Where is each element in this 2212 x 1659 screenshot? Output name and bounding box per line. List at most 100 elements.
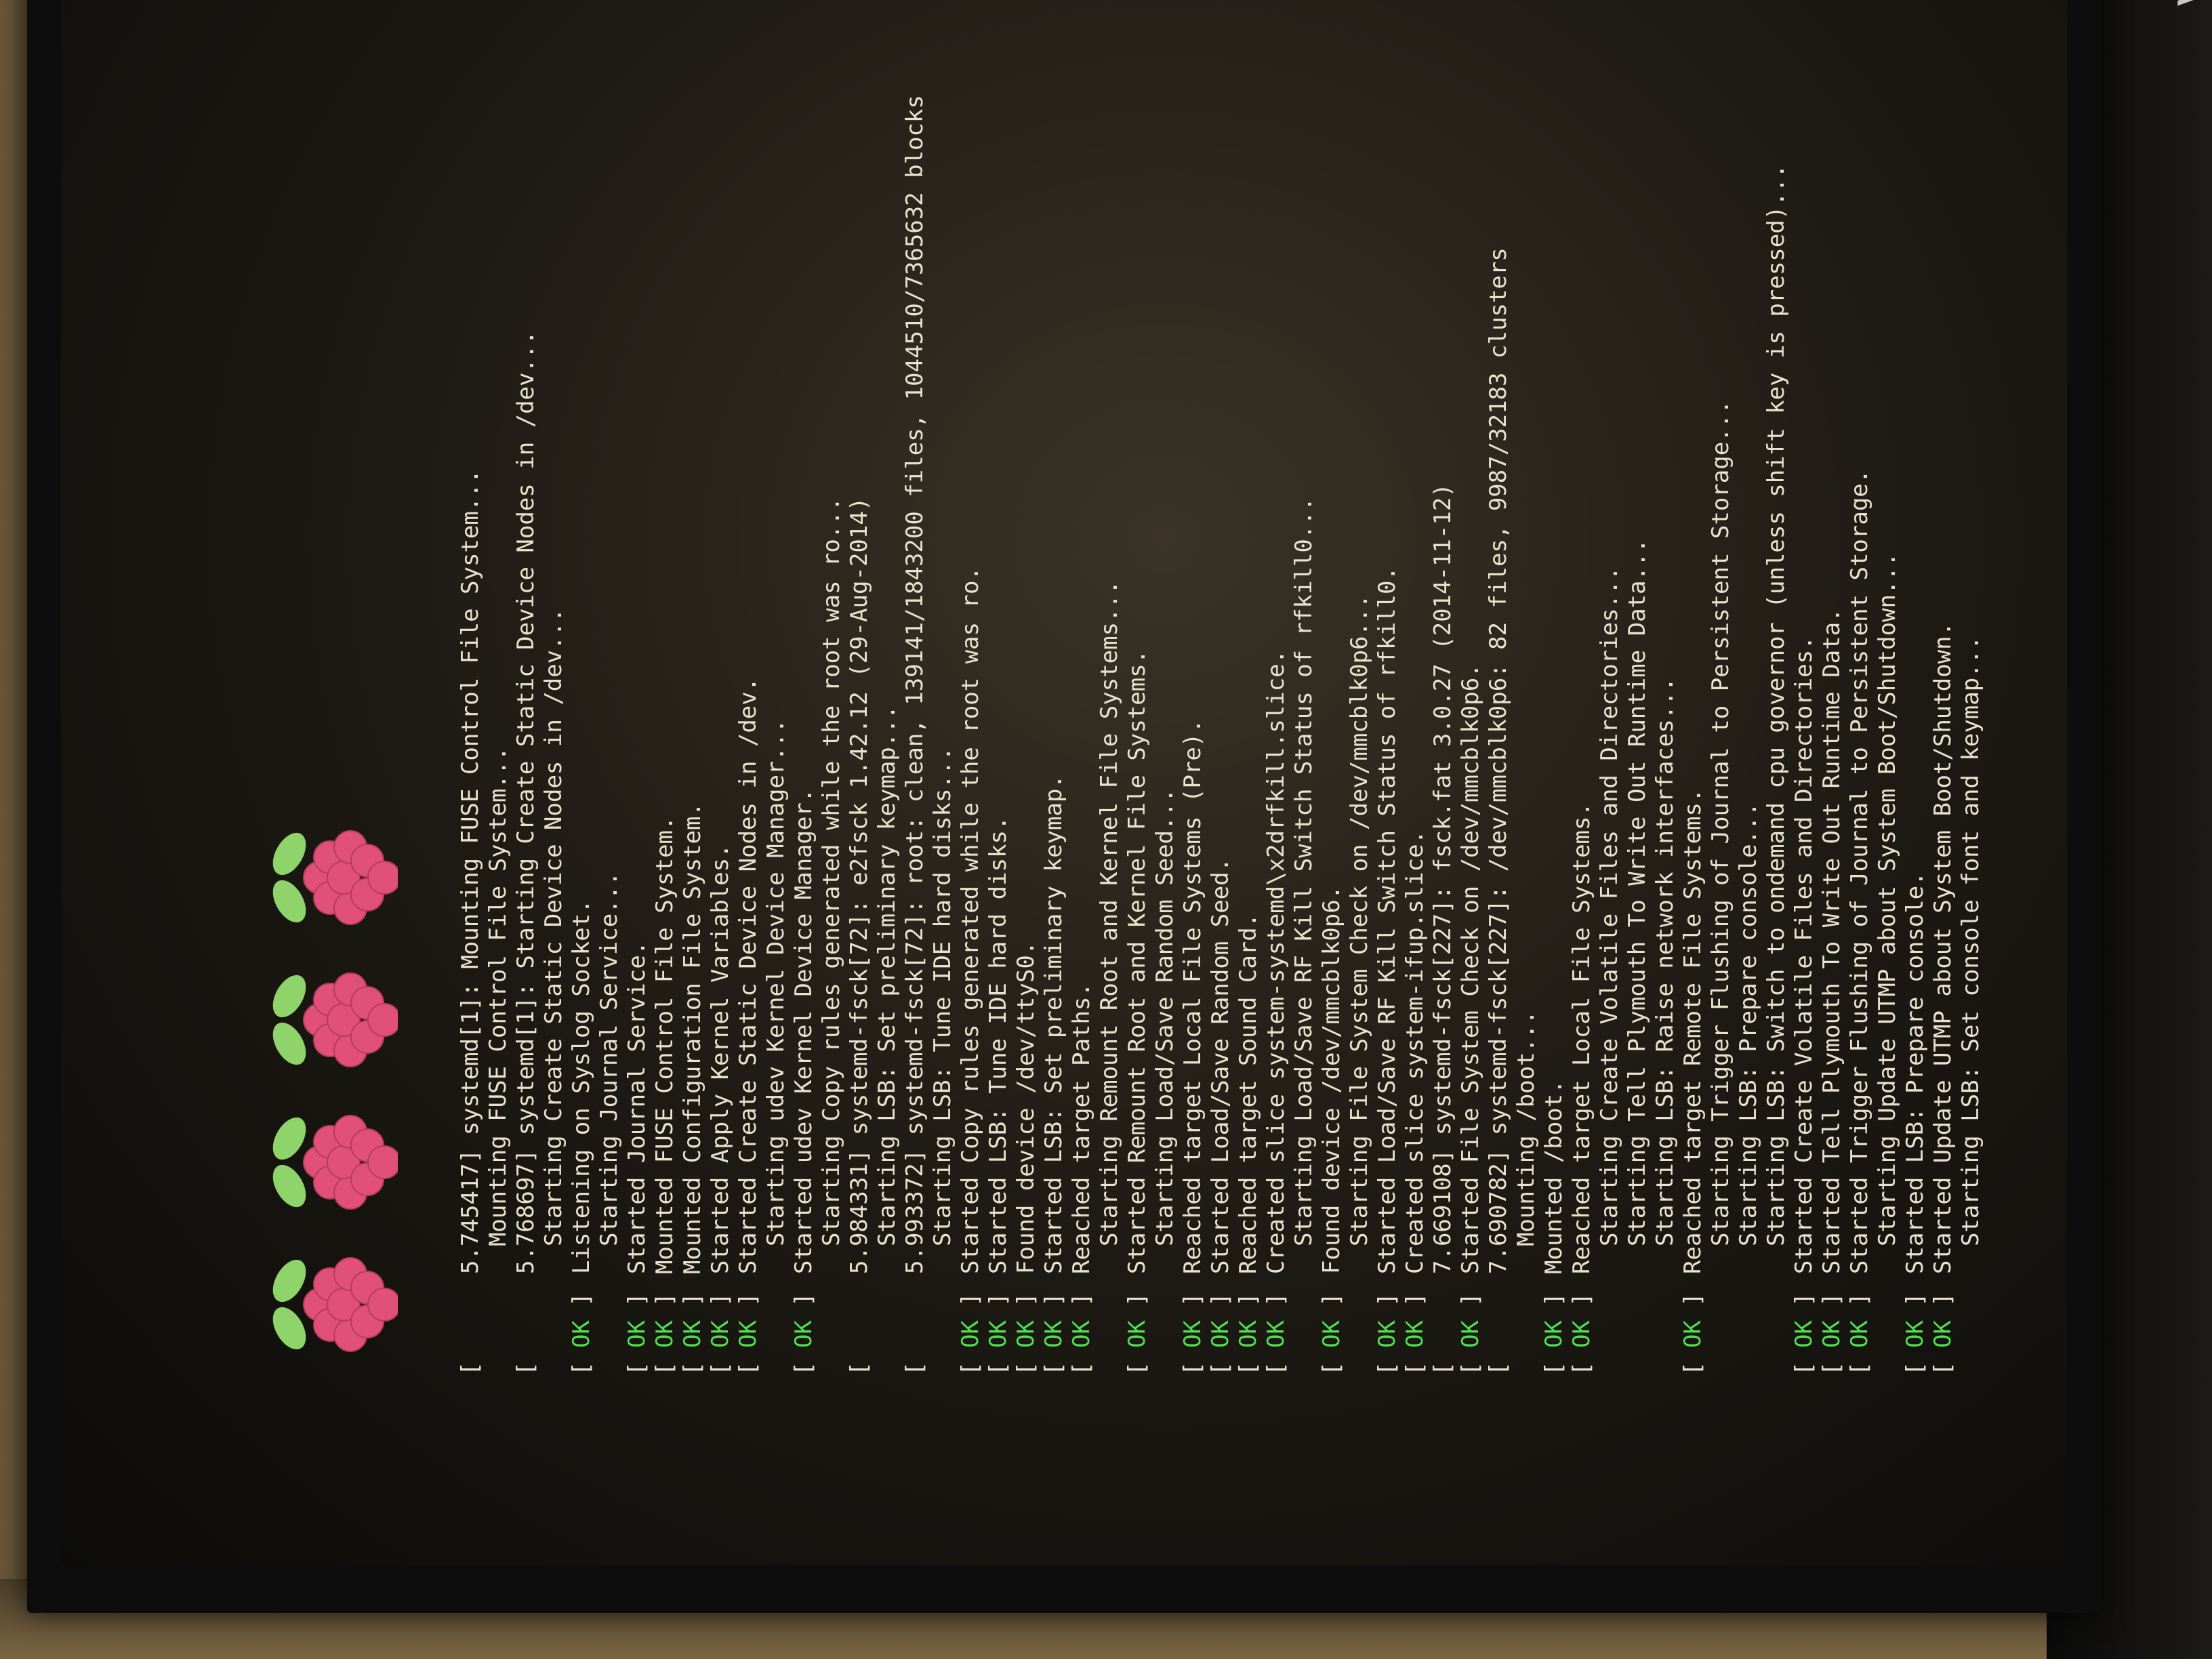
status-badge: [ OK ] bbox=[1540, 1278, 1568, 1376]
boot-log-text: 5.768697] systemd[1]: Starting Create St… bbox=[512, 331, 539, 1274]
boot-log-text: Started Load/Save RF Kill Switch Status … bbox=[1374, 567, 1401, 1274]
boot-log-line: [ OK ] Reached target Paths. bbox=[1068, 0, 1096, 1376]
raspberry-pi-logo-row bbox=[266, 0, 401, 1362]
boot-log-line: [ OK ] Reached target Local File Systems… bbox=[1568, 0, 1596, 1376]
boot-log-line: Starting LSB: Prepare console... bbox=[1735, 0, 1763, 1376]
status-badge bbox=[1096, 1274, 1124, 1376]
boot-log-line: [ OK ] Mounted /boot. bbox=[1540, 0, 1568, 1376]
status-badge: [ OK ] bbox=[985, 1278, 1012, 1376]
boot-log-text: Listening on Syslog Socket. bbox=[568, 899, 595, 1274]
boot-log-text: Starting Copy rules generated while the … bbox=[818, 497, 845, 1274]
status-badge: [ OK ] bbox=[1846, 1278, 1873, 1376]
boot-log-text: Starting LSB: Set preliminary keymap... bbox=[874, 705, 901, 1274]
status-badge: [ OK ] bbox=[707, 1278, 734, 1376]
boot-log: [ 5.745417] systemd[1]: Mounting FUSE Co… bbox=[457, 0, 1985, 1376]
boot-log-text: Starting LSB: Switch to ondemand cpu gov… bbox=[1763, 164, 1790, 1274]
boot-log-line: Starting Tell Plymouth To Write Out Runt… bbox=[1624, 0, 1652, 1376]
boot-log-text: Started udev Kernel Device Manager. bbox=[790, 788, 817, 1274]
raspberry-pi-logo-icon bbox=[269, 1247, 401, 1362]
boot-log-line: Starting Trigger Flushing of Journal to … bbox=[1707, 0, 1735, 1376]
status-badge bbox=[596, 1274, 623, 1376]
status-badge bbox=[540, 1274, 568, 1376]
status-badge: [ OK ] bbox=[1818, 1278, 1845, 1376]
boot-log-line: [ OK ] Created slice system-systemd\x2dr… bbox=[1263, 0, 1290, 1376]
boot-log-line: [ OK ] Found device /dev/ttyS0. bbox=[1012, 0, 1040, 1376]
status-badge: [ OK ] bbox=[1179, 1278, 1206, 1376]
status-badge: [ OK ] bbox=[1207, 1278, 1234, 1376]
boot-log-text: Started Copy rules generated while the r… bbox=[957, 567, 984, 1274]
boot-log-text: Reached target Sound Card. bbox=[1235, 913, 1262, 1274]
status-badge: [ OK ] bbox=[623, 1278, 651, 1376]
boot-log-text: Reached target Paths. bbox=[1068, 983, 1095, 1274]
status-badge: [ bbox=[1485, 1348, 1512, 1376]
boot-log-text: Created slice system-ifup.slice. bbox=[1401, 830, 1429, 1274]
boot-log-text: Started Load/Save Random Seed. bbox=[1207, 857, 1234, 1274]
raspberry-pi-logo-icon bbox=[269, 1105, 401, 1220]
boot-log-line: Starting LSB: Set console font and keyma… bbox=[1957, 0, 1985, 1376]
status-badge bbox=[1707, 1274, 1735, 1376]
boot-log-line: Mounting /boot... bbox=[1513, 0, 1540, 1376]
boot-log-line: [ OK ] Started udev Kernel Device Manage… bbox=[790, 0, 818, 1376]
boot-log-line: [ 5.984331] systemd-fsck[72]: e2fsck 1.4… bbox=[846, 0, 874, 1376]
boot-log-line: Starting LSB: Switch to ondemand cpu gov… bbox=[1763, 0, 1790, 1376]
boot-log-text: Starting Update UTMP about System Boot/S… bbox=[1874, 552, 1901, 1274]
boot-log-text: Started Journal Service. bbox=[623, 941, 651, 1274]
status-badge bbox=[1957, 1274, 1985, 1376]
status-badge: [ bbox=[846, 1348, 873, 1376]
status-badge: [ OK ] bbox=[957, 1278, 984, 1376]
boot-log-text: Mounted /boot. bbox=[1540, 1080, 1568, 1274]
boot-log-text: 5.984331] systemd-fsck[72]: e2fsck 1.42.… bbox=[846, 497, 873, 1274]
status-badge: [ OK ] bbox=[1568, 1278, 1595, 1376]
boot-log-text: Started LSB: Tune IDE hard disks. bbox=[985, 816, 1012, 1274]
boot-log-text: Reached target Local File Systems (Pre). bbox=[1179, 719, 1206, 1274]
boot-log-line: Starting Copy rules generated while the … bbox=[818, 0, 846, 1376]
boot-log-text: 7.690782] systemd-fsck[227]: /dev/mmcblk… bbox=[1485, 247, 1512, 1274]
boot-log-line: [ OK ] Started Create Volatile Files and… bbox=[1790, 0, 1818, 1376]
boot-log-text: Mounting FUSE Control File System... bbox=[485, 747, 512, 1274]
boot-log-line: Starting Update UTMP about System Boot/S… bbox=[1874, 0, 1902, 1376]
status-badge bbox=[485, 1274, 512, 1376]
status-badge: [ OK ] bbox=[735, 1278, 762, 1376]
boot-log-text: Started Create Volatile Files and Direct… bbox=[1790, 636, 1818, 1274]
status-badge bbox=[818, 1274, 846, 1376]
boot-log-text: Starting Remount Root and Kernel File Sy… bbox=[1096, 580, 1123, 1274]
status-badge bbox=[1290, 1274, 1318, 1376]
status-badge bbox=[1874, 1274, 1902, 1376]
status-badge: [ OK ] bbox=[1124, 1278, 1151, 1376]
boot-log-line: Starting Load/Save RF Kill Switch Status… bbox=[1290, 0, 1318, 1376]
boot-log-line: [ OK ] Mounted FUSE Control File System. bbox=[651, 0, 679, 1376]
status-badge bbox=[1624, 1274, 1652, 1376]
boot-log-line: [ OK ] Started File System Check on /dev… bbox=[1457, 0, 1485, 1376]
boot-log-text: Found device /dev/ttyS0. bbox=[1012, 941, 1040, 1274]
boot-log-line: Starting Remount Root and Kernel File Sy… bbox=[1096, 0, 1124, 1376]
boot-log-text: Mounting /boot... bbox=[1513, 1010, 1540, 1274]
boot-log-text: Starting Load/Save Random Seed... bbox=[1151, 788, 1179, 1274]
boot-log-text: Created slice system-systemd\x2drfkill.s… bbox=[1263, 649, 1290, 1274]
status-badge bbox=[1596, 1274, 1624, 1376]
status-badge: [ OK ] bbox=[651, 1278, 678, 1376]
boot-log-line: Starting LSB: Tune IDE hard disks... bbox=[929, 0, 957, 1376]
boot-log-line: Starting Load/Save Random Seed... bbox=[1151, 0, 1179, 1376]
boot-log-text: Starting Journal Service... bbox=[596, 872, 623, 1274]
boot-log-line: [ 5.993372] systemd-fsck[72]: root: clea… bbox=[901, 0, 929, 1376]
status-badge: [ OK ] bbox=[1401, 1278, 1429, 1376]
status-badge: [ bbox=[901, 1348, 928, 1376]
boot-log-text: Reached target Remote File Systems. bbox=[1679, 788, 1706, 1274]
photo-background: SA [ 5.745417] systemd[1]: Mounting FUSE… bbox=[0, 0, 2212, 1659]
status-badge bbox=[1652, 1274, 1679, 1376]
boot-log-text: Starting Load/Save RF Kill Switch Status… bbox=[1290, 497, 1317, 1274]
boot-log-line: Mounting FUSE Control File System... bbox=[485, 0, 512, 1376]
boot-log-line: Starting Create Static Device Nodes in /… bbox=[540, 0, 568, 1376]
monitor-brand-label: SA bbox=[2169, 0, 2209, 7]
status-badge: [ OK ] bbox=[1929, 1278, 1957, 1376]
boot-log-line: Starting Journal Service... bbox=[596, 0, 623, 1376]
boot-log-text: Found device /dev/mmcblk0p6. bbox=[1318, 885, 1345, 1274]
status-badge: [ OK ] bbox=[790, 1278, 817, 1376]
status-badge: [ bbox=[457, 1348, 484, 1376]
boot-log-line: [ OK ] Reached target Remote File System… bbox=[1679, 0, 1707, 1376]
boot-console: [ 5.745417] systemd[1]: Mounting FUSE Co… bbox=[210, 0, 2040, 1376]
status-badge: [ OK ] bbox=[1263, 1278, 1290, 1376]
status-badge bbox=[929, 1274, 957, 1376]
status-badge: [ OK ] bbox=[1318, 1278, 1345, 1376]
boot-log-line: [ OK ] Started Load/Save Random Seed. bbox=[1207, 0, 1235, 1376]
